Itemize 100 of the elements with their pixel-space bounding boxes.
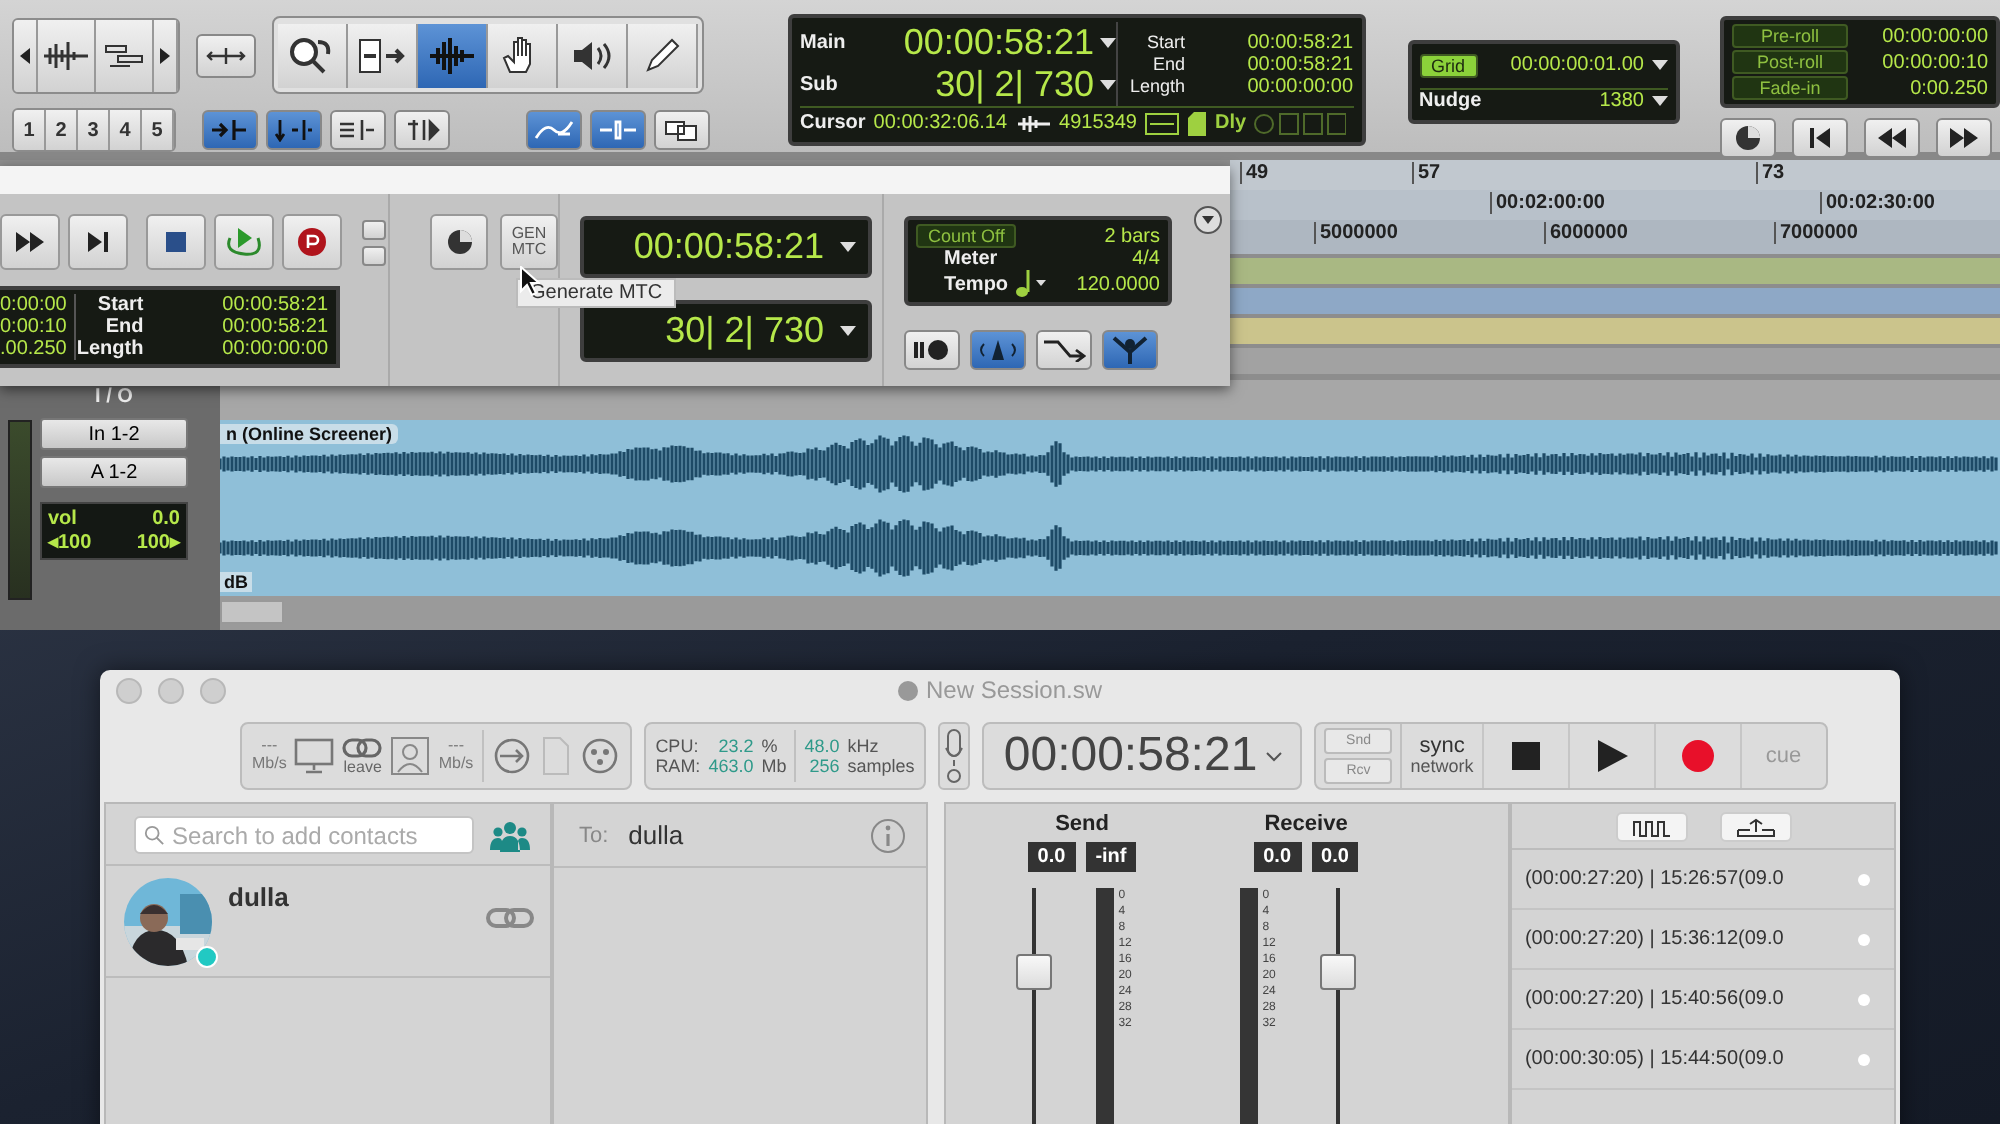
audio-clip[interactable]: n (Online Screener) dB (220, 420, 2000, 596)
midi-option-button[interactable] (1102, 330, 1158, 370)
zoom-preset-button[interactable]: 2 (46, 110, 78, 150)
edit-option-button[interactable] (330, 110, 386, 150)
scrollbar[interactable] (220, 600, 284, 624)
transport-button[interactable] (1864, 118, 1920, 158)
ram-label: RAM: (655, 756, 701, 776)
cursor-label: Cursor (800, 112, 866, 134)
length-value[interactable]: 00:00:00:00 (159, 338, 328, 360)
record-icon (1681, 740, 1714, 772)
search-field[interactable]: Search to add contacts (134, 816, 474, 854)
main-counter[interactable]: 00:00:58:21 (866, 22, 1094, 64)
fader-handle[interactable] (1319, 953, 1356, 990)
roll-toggle[interactable]: Post-roll (1732, 50, 1848, 74)
toggle-button[interactable] (362, 245, 386, 265)
sub-counter[interactable]: 30| 2| 730 (665, 310, 824, 352)
pan-right-value[interactable]: 100▸ (136, 530, 180, 554)
roll-toggle[interactable]: Fade-in (1732, 76, 1848, 100)
roll-toggle[interactable]: Pre-roll (1732, 24, 1848, 48)
zoom-preset-button[interactable]: 5 (142, 110, 174, 150)
roll-value[interactable]: 00:00:00:10 (1860, 51, 1988, 73)
length-value[interactable]: 00:00:00:00 (1197, 75, 1354, 97)
zoom-toggle-button[interactable] (196, 33, 256, 77)
edit-tool-button[interactable] (488, 24, 558, 88)
zoom-preset-button[interactable]: 3 (78, 110, 110, 150)
level-readout: 0.0 (1311, 842, 1359, 872)
arrows-icon (534, 118, 574, 142)
roll-value[interactable]: 00:00:00:00 (1860, 25, 1988, 47)
transport-button[interactable] (282, 214, 342, 270)
edit-tool-button[interactable] (418, 24, 488, 88)
zoom-preset-button[interactable]: 4 (110, 110, 142, 150)
microphone-button[interactable] (938, 722, 971, 790)
transport-button[interactable] (1720, 118, 1776, 158)
edit-tool-button[interactable] (558, 24, 628, 88)
roll-value[interactable]: 0:00.250 (1860, 77, 1988, 99)
waveform-button[interactable] (1615, 812, 1688, 842)
receive-unit: Mb/s (438, 756, 474, 774)
audio-zoom-button[interactable] (38, 19, 96, 91)
person-icon[interactable] (390, 736, 431, 776)
zoom-preset-button[interactable]: 1 (14, 110, 46, 150)
grid-value[interactable]: 00:00:00:01.00 (1485, 54, 1644, 76)
link-icon[interactable] (342, 737, 383, 757)
contact-item[interactable]: dulla (106, 866, 551, 978)
transport-button[interactable] (1792, 118, 1848, 158)
group-icon[interactable] (490, 819, 530, 851)
dropdown-icon[interactable] (1194, 206, 1222, 234)
link-option-button[interactable] (526, 110, 582, 150)
count-off-bars[interactable]: 2 bars (1024, 225, 1160, 247)
edit-tool-button[interactable] (348, 24, 418, 88)
output-selector[interactable]: A 1-2 (40, 456, 188, 488)
sample-mark: 7000000 (1774, 222, 1858, 244)
main-counter[interactable]: 00:00:58:21 (633, 226, 824, 268)
tempo-value[interactable]: 120.0000 (1056, 273, 1160, 295)
zoom-in-button[interactable] (154, 19, 178, 91)
online-button[interactable] (430, 214, 488, 270)
zoom-out-button[interactable] (14, 19, 38, 91)
end-value[interactable]: 00:00:58:21 (1197, 53, 1354, 75)
go-to-end-icon (87, 232, 109, 252)
sync-button[interactable]: sync network (1400, 724, 1482, 788)
metronome-icon (976, 338, 1020, 362)
sub-counter[interactable]: 30| 2| 730 (866, 64, 1094, 106)
timecode-value: 00:00:58:21 (1003, 728, 1258, 784)
grid-button[interactable]: Grid (1419, 53, 1478, 77)
meter-value[interactable]: 4/4 (1005, 248, 1160, 270)
transport-button[interactable] (146, 214, 206, 270)
midi-zoom-button[interactable] (96, 19, 154, 91)
monitor-icon[interactable] (294, 738, 335, 774)
link-option-button[interactable] (654, 110, 710, 150)
start-value[interactable]: 00:00:58:21 (159, 294, 328, 316)
nudge-value[interactable]: 1380 (1489, 89, 1644, 111)
edit-tool-button[interactable] (628, 24, 698, 88)
link-option-button[interactable] (590, 110, 646, 150)
contact-name: dulla (228, 882, 291, 912)
leave-label[interactable]: leave (343, 757, 382, 775)
timecode-display[interactable]: 00:00:58:21 (982, 722, 1303, 790)
edit-option-button[interactable] (394, 110, 450, 150)
upload-button[interactable] (1719, 812, 1792, 842)
edit-tool-button[interactable] (278, 24, 348, 88)
edit-option-button[interactable] (202, 110, 258, 150)
transport-button[interactable] (1936, 118, 1992, 158)
gen-mtc-button[interactable]: GEN MTC (500, 214, 558, 270)
bar-number: 57 (1412, 162, 1441, 184)
level-readout: -inf (1085, 842, 1137, 872)
dial-icon[interactable] (579, 736, 620, 776)
pan-left-value[interactable]: ◂100 (48, 530, 92, 554)
input-selector[interactable]: In 1-2 (40, 418, 188, 450)
start-value[interactable]: 00:00:58:21 (1197, 31, 1354, 53)
transport-button[interactable] (68, 214, 128, 270)
toggle-button[interactable] (362, 219, 386, 239)
midi-option-button[interactable] (1036, 330, 1092, 370)
transport-button[interactable] (0, 214, 60, 270)
end-value[interactable]: 00:00:58:21 (159, 316, 328, 338)
midi-option-button[interactable] (904, 330, 960, 370)
io-header: I / O (93, 384, 135, 412)
midi-option-button[interactable] (970, 330, 1026, 370)
edit-option-button[interactable] (266, 110, 322, 150)
waveform-icon (426, 34, 478, 78)
fader-handle[interactable] (1016, 953, 1053, 990)
volume-value[interactable]: 0.0 (152, 508, 180, 530)
count-off-button[interactable]: Count Off (916, 224, 1017, 248)
